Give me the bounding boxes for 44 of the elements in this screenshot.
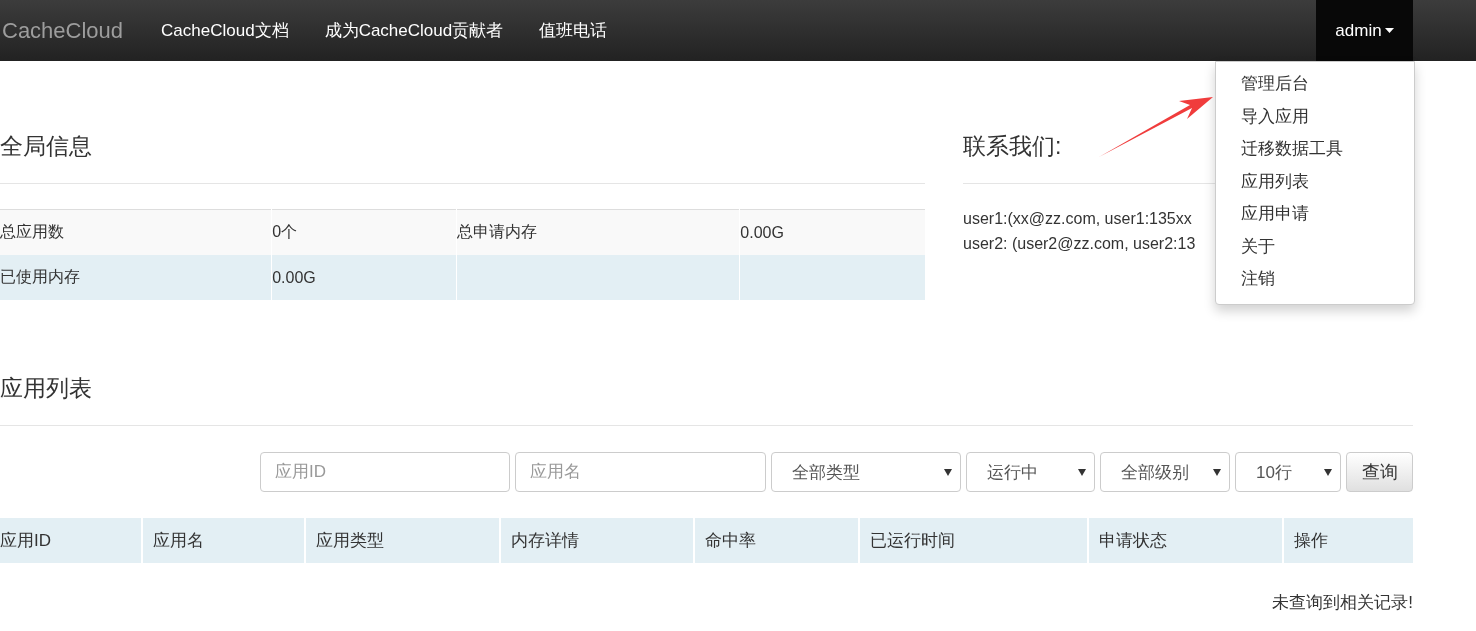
menu-item[interactable]: 关于 [1216, 230, 1414, 263]
section-title: 联系我们: [963, 132, 1062, 161]
caret-icon [1324, 468, 1332, 476]
nav-link[interactable]: 值班电话 [521, 19, 626, 42]
column-header: 应用名 [142, 518, 305, 563]
table-cell: 已使用内存 [0, 255, 272, 300]
search-field[interactable]: 应用ID [260, 452, 510, 492]
caret-icon [1213, 468, 1221, 476]
brand-link[interactable]: CacheCloud [0, 17, 144, 44]
column-header: 操作 [1282, 518, 1413, 563]
nav-link[interactable]: CacheCloud文档 [143, 19, 307, 42]
column-header: 应用ID [0, 518, 143, 563]
search-field[interactable]: 应用名 [515, 452, 766, 492]
menu-item[interactable]: 注销 [1216, 263, 1414, 296]
contact-line: user2: (user2@zz.com, user2:13 [963, 234, 1196, 254]
menu-item[interactable]: 应用列表 [1216, 165, 1414, 198]
select-dropdown[interactable]: 全部类型 [771, 452, 961, 492]
query-button[interactable]: 查询 [1346, 452, 1413, 492]
menu-item[interactable]: 应用申请 [1216, 198, 1414, 231]
caret-icon [944, 468, 952, 476]
section-title: 全局信息 [0, 132, 93, 161]
column-header: 命中率 [694, 518, 859, 563]
select-dropdown[interactable]: 全部级别 [1100, 452, 1230, 492]
user-menu-toggle[interactable]: admin [1316, 0, 1413, 61]
contact-line: user1:(xx@zz.com, user1:135xx [963, 209, 1192, 229]
column-header: 已运行时间 [858, 518, 1088, 563]
menu-item[interactable]: 迁移数据工具 [1216, 133, 1414, 166]
select-dropdown[interactable]: 10行 [1235, 452, 1341, 492]
table-cell: 总申请内存 [456, 209, 740, 255]
menu-item[interactable]: 导入应用 [1216, 100, 1414, 133]
column-header: 申请状态 [1087, 518, 1283, 563]
empty-message: 未查询到相关记录! [1272, 592, 1413, 614]
section-title: 应用列表 [0, 374, 93, 403]
table-cell: 0.00G [739, 209, 925, 255]
table-cell: 总应用数 [0, 209, 272, 255]
column-header: 应用类型 [304, 518, 500, 563]
table-cell: 0个 [271, 209, 457, 255]
caret-icon [1384, 28, 1394, 33]
caret-icon [1078, 468, 1086, 476]
table-cell: 0.00G [271, 255, 457, 300]
column-header: 内存详情 [499, 518, 695, 563]
menu-item[interactable]: 管理后台 [1216, 68, 1414, 101]
nav-link[interactable]: 成为CacheCloud贡献者 [306, 19, 522, 42]
select-dropdown[interactable]: 运行中 [966, 452, 1095, 492]
